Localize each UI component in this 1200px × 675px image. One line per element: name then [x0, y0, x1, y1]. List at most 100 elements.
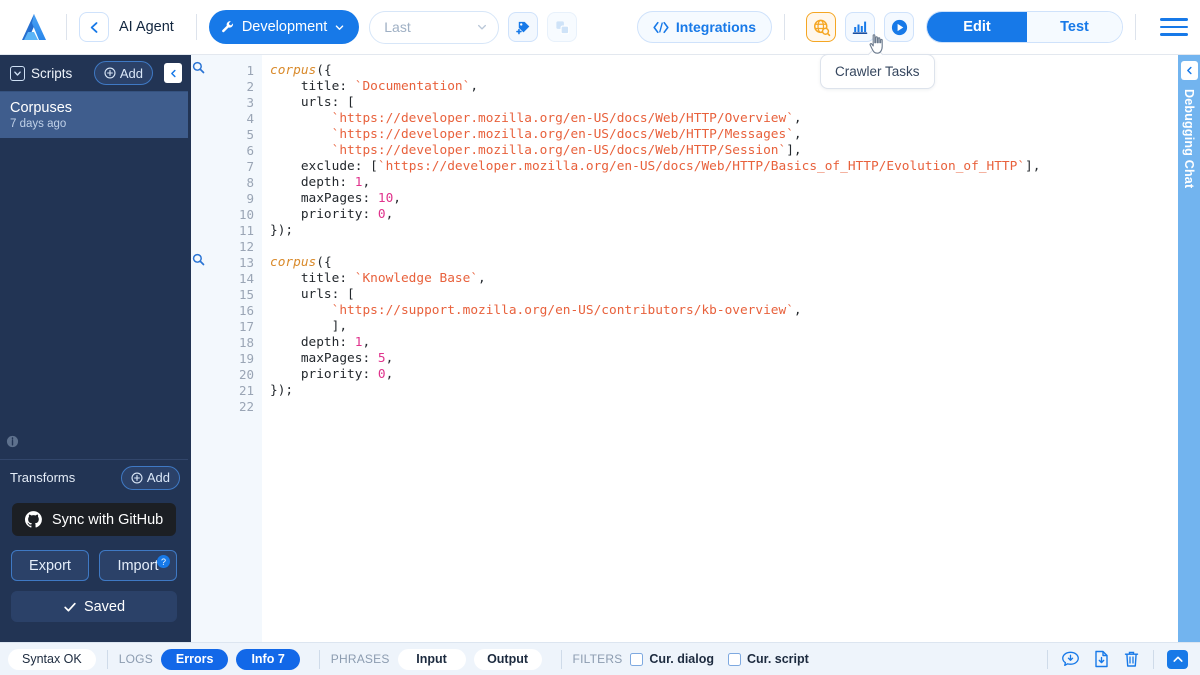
- line-number: 15: [208, 287, 254, 303]
- run-button[interactable]: [884, 12, 914, 42]
- integrations-button[interactable]: Integrations: [637, 11, 772, 43]
- tab-edit[interactable]: Edit: [927, 12, 1027, 42]
- line-number: 5: [208, 127, 254, 143]
- code-token: 10: [378, 191, 393, 206]
- line-number: 21: [208, 383, 254, 399]
- add-script-label: Add: [120, 66, 143, 81]
- file-download-icon[interactable]: [1093, 650, 1110, 668]
- code-token: [270, 127, 332, 142]
- code-token: ,: [478, 271, 486, 286]
- line-number: 2: [208, 79, 254, 95]
- code-line: `https://developer.mozilla.org/en-US/doc…: [270, 127, 1178, 143]
- hamburger-menu-icon: [1160, 18, 1188, 21]
- add-transform-button[interactable]: Add: [121, 466, 180, 490]
- back-button[interactable]: [79, 12, 109, 42]
- duplicate-button[interactable]: [547, 12, 577, 42]
- code-line: });: [270, 383, 1178, 399]
- chevron-down-icon: [334, 22, 345, 33]
- line-number: 17: [208, 319, 254, 335]
- code-token: });: [270, 223, 293, 238]
- sidebar-item-corpuses[interactable]: Corpuses 7 days ago: [0, 91, 188, 138]
- chevron-left-icon: [169, 69, 178, 78]
- search-icon[interactable]: [192, 253, 205, 271]
- output-phrases-button[interactable]: Output: [474, 649, 542, 670]
- code-token: ,: [386, 367, 394, 382]
- menu-button[interactable]: [1160, 18, 1188, 36]
- syntax-status-badge: Syntax OK: [8, 649, 96, 670]
- code-line: priority: 0,: [270, 207, 1178, 223]
- environment-selector-button[interactable]: Development: [209, 10, 359, 44]
- import-button[interactable]: Import ?: [99, 550, 177, 581]
- editor-code-content[interactable]: corpus({ title: `Documentation`, urls: […: [262, 55, 1178, 642]
- errors-filter-button[interactable]: Errors: [161, 649, 229, 670]
- line-number: 14: [208, 271, 254, 287]
- app-header: AI Agent Development Last: [0, 0, 1200, 55]
- debugging-chat-label: Debugging Chat: [1182, 89, 1196, 188]
- cur-script-checkbox[interactable]: [728, 653, 741, 666]
- cur-dialog-checkbox[interactable]: [630, 653, 643, 666]
- code-token: ,: [794, 127, 802, 142]
- line-number: 19: [208, 351, 254, 367]
- tab-test[interactable]: Test: [1027, 12, 1122, 42]
- collapse-up-button[interactable]: [1167, 650, 1188, 669]
- code-token: title:: [270, 271, 355, 286]
- status-bar: Syntax OK LOGS Errors Info 7 PHRASES Inp…: [0, 642, 1200, 675]
- code-token: `Knowledge Base`: [355, 271, 478, 286]
- header-divider-2: [196, 14, 197, 40]
- export-button[interactable]: Export: [11, 550, 89, 581]
- line-number: 8: [208, 175, 254, 191]
- status-bar-actions: [1047, 650, 1192, 669]
- code-token: maxPages:: [270, 351, 378, 366]
- input-phrases-button[interactable]: Input: [398, 649, 466, 670]
- code-token: depth:: [270, 335, 355, 350]
- integrations-label: Integrations: [676, 19, 756, 35]
- chat-download-icon[interactable]: [1061, 651, 1080, 668]
- scripts-collapse-checkbox[interactable]: [10, 66, 25, 81]
- tag-plus-icon: [515, 19, 532, 36]
- status-divider-1: [107, 650, 108, 669]
- code-token: ],: [270, 319, 347, 334]
- code-line: maxPages: 10,: [270, 191, 1178, 207]
- edit-test-toggle[interactable]: Edit Test: [926, 11, 1123, 43]
- info-icon[interactable]: [6, 435, 19, 453]
- play-circle-icon: [890, 18, 909, 37]
- code-token: urls: [: [270, 95, 355, 110]
- line-number: 11: [208, 223, 254, 239]
- sidebar-collapse-button[interactable]: [164, 63, 182, 83]
- import-help-badge[interactable]: ?: [157, 555, 170, 568]
- sync-with-github-button[interactable]: Sync with GitHub: [12, 503, 176, 536]
- code-token: ({: [316, 63, 331, 78]
- phrases-label: PHRASES: [331, 652, 390, 666]
- code-line: `https://support.mozilla.org/en-US/contr…: [270, 303, 1178, 319]
- header-divider-3: [784, 14, 785, 40]
- mouse-cursor: [868, 33, 886, 60]
- code-token: `https://support.mozilla.org/en-US/contr…: [332, 303, 794, 318]
- code-token: ],: [786, 143, 801, 158]
- add-tag-button[interactable]: [508, 12, 538, 42]
- code-line: `https://developer.mozilla.org/en-US/doc…: [270, 143, 1178, 159]
- code-token: priority:: [270, 207, 378, 222]
- code-token: ({: [316, 255, 331, 270]
- debugging-chat-expand-button[interactable]: [1181, 61, 1198, 80]
- chevron-left-icon: [88, 21, 101, 34]
- saved-button[interactable]: Saved: [11, 591, 177, 622]
- version-select[interactable]: Last: [369, 11, 499, 44]
- search-icon[interactable]: [192, 61, 205, 79]
- editor-line-numbers: 12345678910111213141516171819202122: [208, 55, 262, 642]
- line-number: 6: [208, 143, 254, 159]
- sidebar-item-label: Corpuses: [10, 99, 178, 117]
- code-token: ,: [386, 207, 394, 222]
- version-select-value: Last: [384, 19, 410, 35]
- line-number: 7: [208, 159, 254, 175]
- info-filter-button[interactable]: Info 7: [236, 649, 299, 670]
- code-token: [270, 143, 332, 158]
- crawler-tasks-button[interactable]: [806, 12, 836, 42]
- trash-icon[interactable]: [1123, 650, 1140, 668]
- code-line: [270, 399, 1178, 415]
- code-line: urls: [: [270, 287, 1178, 303]
- chevron-down-icon: [13, 69, 22, 78]
- code-editor: 12345678910111213141516171819202122 corp…: [188, 55, 1178, 642]
- add-script-button[interactable]: Add: [94, 61, 153, 85]
- code-token: ,: [470, 79, 478, 94]
- status-divider-2: [319, 650, 320, 669]
